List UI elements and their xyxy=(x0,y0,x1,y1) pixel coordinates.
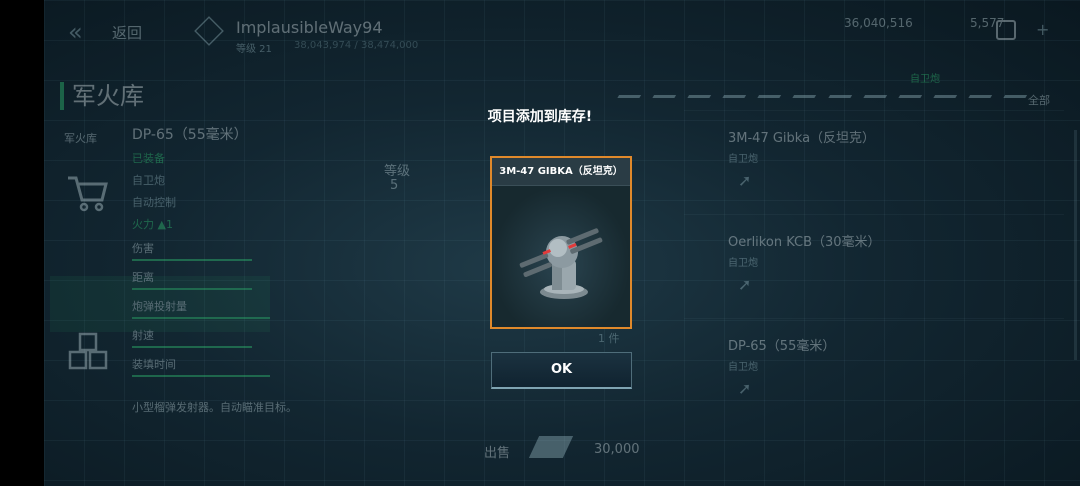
item-list: 3M-47 Gibka（反坦克） 自卫炮 ➚ Oerlikon KCB（30毫米… xyxy=(684,110,1064,422)
stat-range: 距离 xyxy=(132,269,412,290)
player-name[interactable]: ImplausibleWay94 xyxy=(236,18,383,37)
letterbox-left xyxy=(0,0,44,486)
stat-bar xyxy=(132,375,270,377)
stat-rate: 射速 xyxy=(132,327,412,348)
stat-label: 炮弹投射量 xyxy=(132,300,187,313)
reward-item-title: 3M-47 GIBKA（反坦克） xyxy=(492,158,630,186)
level-value: 5 xyxy=(390,178,399,193)
list-item-type: 自卫炮 xyxy=(728,362,758,373)
modal-title: 项目添加到库存! xyxy=(487,109,593,125)
stat-label: 伤害 xyxy=(132,242,154,255)
list-item-name: 3M-47 Gibka（反坦克） xyxy=(728,131,876,146)
reward-item-image xyxy=(492,186,630,327)
item-control: 自动控制 xyxy=(132,196,176,209)
stat-bar xyxy=(132,317,270,319)
top-bar: « 返回 ImplausibleWay94 等级 21 38,043,974 /… xyxy=(44,0,1080,62)
weapon-type-icon: ➚ xyxy=(738,379,752,398)
menu-icon[interactable] xyxy=(996,20,1016,40)
weapon-type-icon: ➚ xyxy=(738,275,752,294)
list-item[interactable]: Oerlikon KCB（30毫米） 自卫炮 ➚ xyxy=(684,214,1064,318)
filter-icon[interactable] xyxy=(757,82,789,98)
filter-icon[interactable] xyxy=(827,82,860,98)
item-type: 自卫炮 xyxy=(132,174,165,187)
level-label: 等级 xyxy=(384,164,411,179)
back-button[interactable]: 返回 xyxy=(112,22,142,43)
filter-icon[interactable] xyxy=(617,82,649,98)
stat-damage: 伤害 xyxy=(132,240,412,261)
filter-icon[interactable] xyxy=(722,82,754,98)
item-name: DP-65（55毫米） xyxy=(132,127,248,143)
list-item-type: 自卫炮 xyxy=(728,258,758,269)
item-description: 小型榴弹发射器。自动瞄准目标。 xyxy=(132,401,297,414)
cart-icon[interactable] xyxy=(66,172,110,212)
item-detail-panel: DP-65（55毫米） 已装备 自卫炮 自动控制 火力 ▲1 伤害 距离 炮弹投… xyxy=(132,124,412,415)
inventory-cubes-icon[interactable] xyxy=(66,330,110,374)
quantity-label: 1 件 xyxy=(598,332,620,345)
add-currency-icon[interactable]: + xyxy=(1036,20,1049,39)
firepower-label: 火力 xyxy=(132,218,154,231)
stat-label: 装填时间 xyxy=(132,358,176,371)
filter-active-label: 自卫炮 xyxy=(910,74,940,85)
stat-bar xyxy=(132,288,252,290)
side-tab-arsenal[interactable]: 军火库 xyxy=(64,130,97,146)
list-item[interactable]: DP-65（55毫米） 自卫炮 ➚ xyxy=(684,318,1064,422)
list-item-name: Oerlikon KCB（30毫米） xyxy=(728,235,881,250)
filter-icon[interactable] xyxy=(968,82,1000,98)
reward-item-card: 3M-47 GIBKA（反坦克） xyxy=(490,156,632,329)
stat-bar xyxy=(132,259,252,261)
list-scrollbar[interactable] xyxy=(1074,130,1077,360)
back-chevron-icon[interactable]: « xyxy=(68,18,83,46)
stat-label: 射速 xyxy=(132,329,154,342)
filter-icon[interactable] xyxy=(863,82,895,98)
weapon-type-icon: ➚ xyxy=(738,171,752,190)
player-xp: 38,043,974 / 38,474,000 xyxy=(294,40,419,51)
firepower-value: ▲1 xyxy=(157,218,173,231)
player-rank: 等级 21 xyxy=(236,44,272,55)
stat-label: 距离 xyxy=(132,271,154,284)
filter-icon[interactable] xyxy=(687,82,719,98)
ok-button[interactable]: OK xyxy=(491,352,632,389)
currency-primary: 36,040,516 xyxy=(844,16,913,30)
filter-icon[interactable] xyxy=(652,82,684,98)
sell-price: 30,000 xyxy=(594,442,640,457)
firepower-row: 火力 ▲1 xyxy=(132,216,412,232)
stat-bar xyxy=(132,346,252,348)
cash-icon xyxy=(528,436,574,458)
rank-badge-icon xyxy=(194,16,224,46)
item-status: 已装备 xyxy=(132,152,165,165)
sell-label[interactable]: 出售 xyxy=(484,442,510,461)
stat-projectiles: 炮弹投射量 xyxy=(132,298,412,319)
list-item-type: 自卫炮 xyxy=(728,154,758,165)
turret-icon xyxy=(519,228,603,299)
stat-reload: 装填时间 xyxy=(132,356,412,377)
filter-icon[interactable] xyxy=(792,82,825,98)
list-item-name: DP-65（55毫米） xyxy=(728,339,836,354)
